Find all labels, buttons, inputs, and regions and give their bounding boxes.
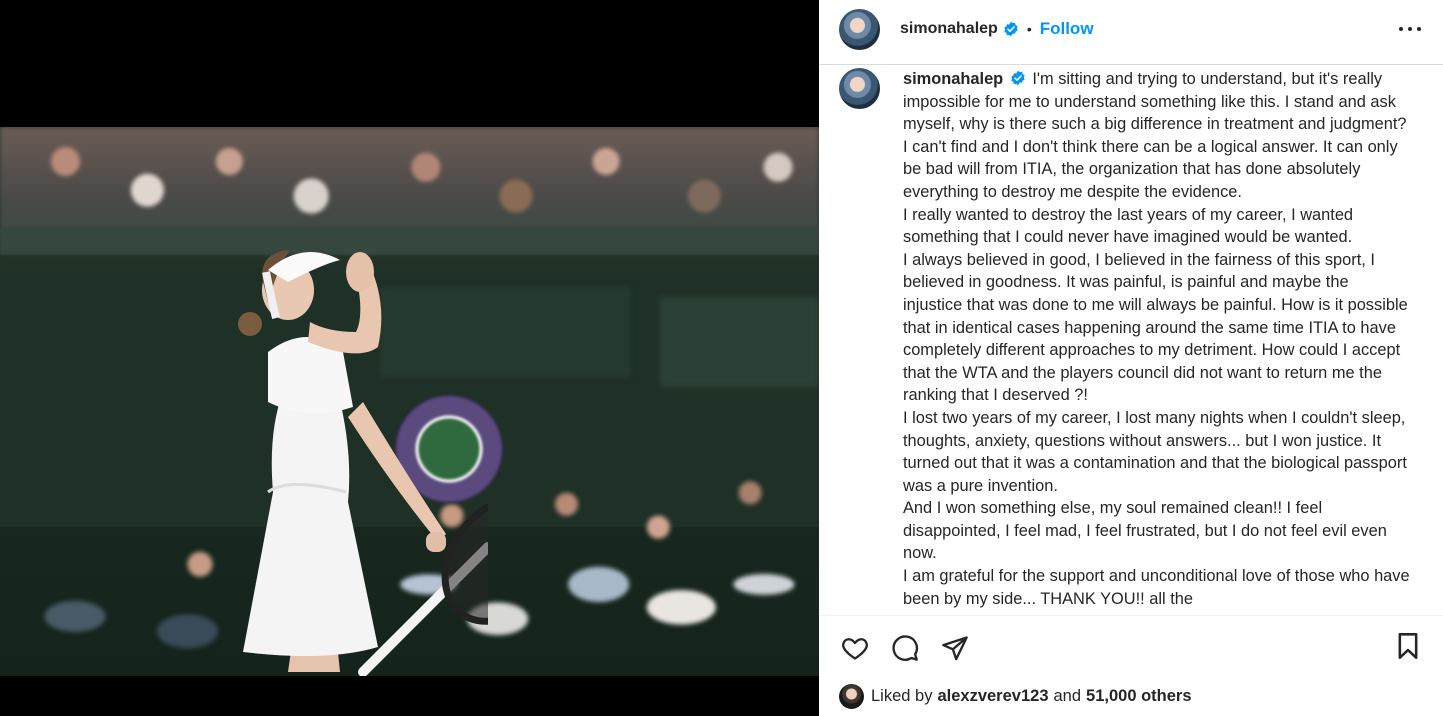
likes-prefix: Liked by [871,686,933,705]
author-avatar[interactable] [839,8,880,50]
actions-divider [819,615,1443,616]
liker-username[interactable]: alexzverev123 [937,687,1048,706]
caption-paragraph: I really wanted to destroy the last year… [903,205,1354,247]
bookmark-icon[interactable] [1394,632,1425,663]
caption-paragraph: simonahalep I'm sitting and trying to un… [903,68,1411,204]
post-media[interactable] [0,0,819,716]
caption-paragraph: I lost two years of my career, I lost ma… [903,408,1407,495]
likes-summary: Liked by alexzverev123 and 51,000 others [839,683,1197,709]
author-username[interactable]: simonahalep [900,20,998,38]
more-options-icon[interactable] [1399,18,1421,40]
caption-paragraph: I always believed in good, I believed in… [903,250,1408,405]
tennis-player-figure [238,250,488,676]
caption-paragraph: And I won something else, my soul remain… [903,499,1387,563]
header-separator: • [1026,21,1032,37]
photo-window-2 [660,297,819,387]
liker-avatar[interactable] [839,683,864,709]
caption-author-avatar[interactable] [839,68,880,109]
caption-text: I'm sitting and trying to understand, bu… [903,70,1407,201]
caption-paragraph: I am grateful for the support and uncond… [903,567,1410,608]
post-photo [0,127,819,676]
photo-crowd-background [0,127,819,242]
share-icon[interactable] [939,632,970,663]
caption-section[interactable]: simonahalep I'm sitting and trying to un… [819,65,1443,615]
post-caption: simonahalep I'm sitting and trying to un… [903,68,1411,610]
photo-crowd-left [0,527,250,676]
likes-conj: and [1053,686,1082,705]
post-actions [839,632,970,664]
post-details-panel: simonahalep • Follow simonahalep I'm sit… [819,0,1443,716]
caption-username[interactable]: simonahalep [903,70,1003,88]
verified-badge-icon [1004,21,1018,37]
heart-icon[interactable] [839,632,870,663]
comment-icon[interactable] [889,632,920,663]
verified-badge-icon [1011,70,1025,86]
likes-others-link[interactable]: 51,000 others [1086,687,1191,706]
follow-button[interactable]: Follow [1040,19,1094,39]
post-header: simonahalep • Follow [819,0,1443,58]
